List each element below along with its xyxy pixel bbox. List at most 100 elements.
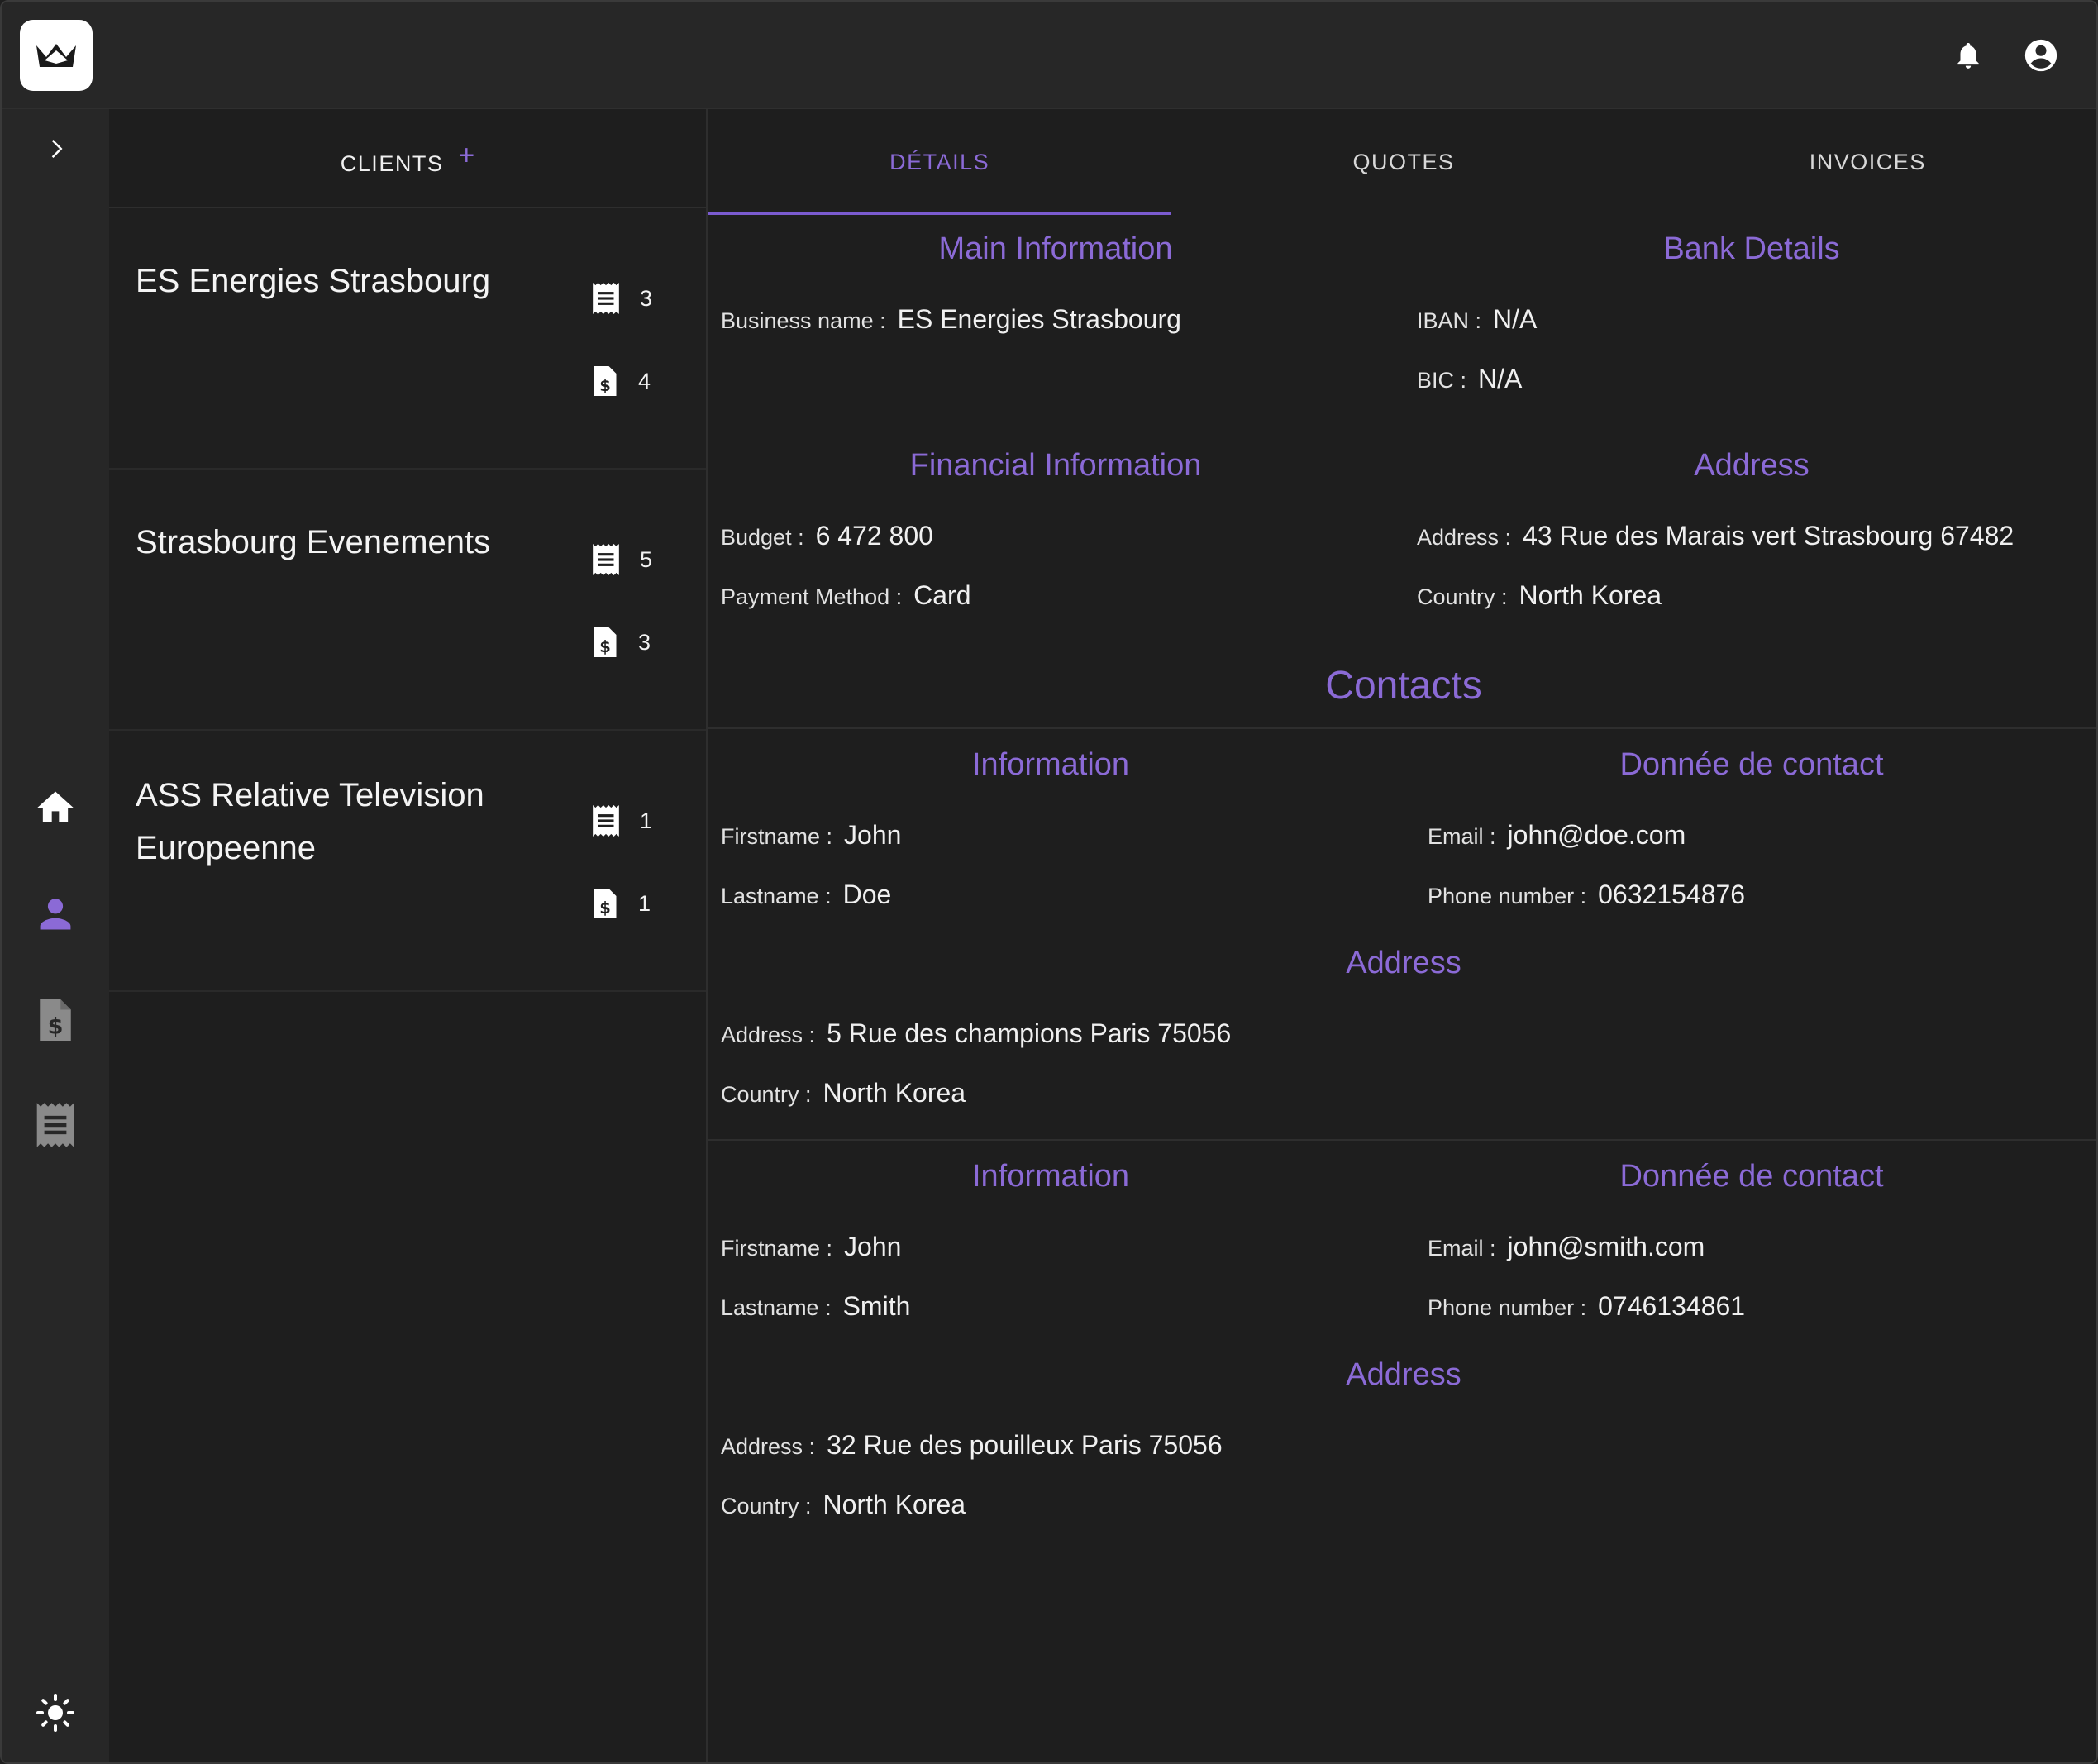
phone-value: 0746134861: [1598, 1291, 1746, 1321]
tab-quotes[interactable]: QUOTES: [1171, 109, 1635, 215]
contact-country-value: North Korea: [823, 1078, 966, 1108]
business-name-field: Business name : ES Energies Strasbourg: [721, 304, 1181, 335]
quotes-count: 3: [640, 285, 653, 311]
client-invoices-count: $ 3: [590, 622, 651, 663]
clients-title: CLIENTS: [340, 150, 444, 176]
tab-invoices[interactable]: INVOICES: [1636, 109, 2096, 215]
contact-data-title: Donnée de contact: [1619, 747, 1884, 782]
contact-address-title: Address: [1346, 946, 1461, 980]
contact-country-label: Country :: [721, 1494, 812, 1518]
contact-country-label: Country :: [721, 1082, 812, 1107]
client-name: Strasbourg Evenements: [136, 524, 491, 560]
client-invoices-count: $ 1: [590, 883, 651, 924]
home-icon: [37, 791, 74, 822]
chevron-right-icon: [51, 140, 63, 158]
clients-panel: CLIENTS + ES Energies Strasbourg 3 $ 4 S…: [109, 109, 708, 1762]
sun-icon: [36, 1694, 74, 1732]
invoice-dollar-icon: $: [40, 999, 71, 1041]
invoice-dollar-icon: $: [594, 627, 617, 657]
budget-value: 6 472 800: [815, 521, 933, 551]
svg-text:$: $: [599, 899, 611, 918]
client-detail-panel: DÉTAILS QUOTES INVOICES Main Information…: [708, 109, 2096, 1762]
payment-method-value: Card: [913, 580, 971, 610]
main-information-title: Main Information: [938, 231, 1173, 266]
bic-field: BIC : N/A: [1417, 364, 1522, 394]
notifications-button[interactable]: [1948, 35, 1989, 76]
email-field: Email : john@smith.com: [1428, 1232, 1705, 1262]
email-field: Email : john@doe.com: [1428, 820, 1686, 851]
budget-label: Budget :: [721, 525, 804, 550]
lastname-field: Lastname : Doe: [721, 880, 891, 910]
client-name: ES Energies Strasbourg: [136, 263, 491, 299]
client-card[interactable]: ES Energies Strasbourg 3 $ 4: [109, 208, 706, 470]
nav-home[interactable]: [2, 770, 109, 845]
phone-label: Phone number :: [1428, 884, 1587, 908]
clients-header: CLIENTS +: [109, 109, 706, 208]
business-name-label: Business name :: [721, 308, 886, 333]
nav-invoices[interactable]: $: [2, 983, 109, 1057]
address-field: Address : 43 Rue des Marais vert Strasbo…: [1417, 521, 2014, 551]
quotes-count: 1: [640, 808, 653, 833]
payment-method-label: Payment Method :: [721, 584, 903, 609]
financial-information-title: Financial Information: [909, 448, 1202, 483]
firstname-field: Firstname : John: [721, 1232, 901, 1262]
email-value: john@smith.com: [1507, 1232, 1705, 1261]
client-name: ASS Relative Television Europeenne: [136, 777, 484, 866]
receipt-icon: [593, 283, 619, 314]
contact-data-title: Donnée de contact: [1619, 1159, 1884, 1194]
contact-information-title: Information: [971, 1159, 1130, 1194]
invoice-dollar-icon: $: [594, 889, 617, 918]
contact-address-value: 32 Rue des pouilleux Paris 75056: [827, 1430, 1223, 1460]
bell-icon: [1957, 42, 1979, 69]
phone-value: 0632154876: [1598, 880, 1746, 909]
client-quotes-count: 5: [590, 539, 652, 580]
tab-details[interactable]: DÉTAILS: [708, 109, 1171, 215]
active-tab-indicator: [708, 212, 1171, 215]
contact-country-value: North Korea: [823, 1490, 966, 1519]
client-quotes-count: 1: [590, 800, 652, 841]
bic-value: N/A: [1478, 364, 1523, 393]
svg-text:$: $: [599, 637, 611, 656]
receipt-icon: [593, 544, 619, 575]
firstname-label: Firstname :: [721, 824, 833, 849]
app-logo[interactable]: [20, 20, 93, 91]
iban-field: IBAN : N/A: [1417, 304, 1537, 335]
lastname-field: Lastname : Smith: [721, 1291, 910, 1322]
firstname-field: Firstname : John: [721, 820, 901, 851]
invoices-count: 3: [638, 629, 651, 655]
firstname-value: John: [844, 820, 902, 850]
contact-divider: [708, 1139, 2096, 1141]
client-invoices-count: $ 4: [590, 360, 651, 402]
phone-label: Phone number :: [1428, 1295, 1587, 1320]
invoice-dollar-icon: $: [594, 366, 617, 396]
client-card[interactable]: Strasbourg Evenements 5 $ 3: [109, 470, 706, 731]
contacts-title: Contacts: [1325, 664, 1482, 708]
receipt-icon: [36, 1103, 74, 1147]
firstname-label: Firstname :: [721, 1236, 833, 1261]
account-button[interactable]: [2020, 35, 2062, 76]
crown-icon: [36, 44, 76, 67]
nav-quotes[interactable]: [2, 1088, 109, 1162]
contact-address-title: Address: [1346, 1357, 1461, 1392]
nav-clients[interactable]: [2, 876, 109, 951]
svg-text:$: $: [599, 376, 611, 395]
person-icon: [40, 899, 71, 930]
receipt-icon: [593, 805, 619, 837]
add-client-button[interactable]: +: [458, 140, 474, 172]
top-bar: [2, 2, 2096, 109]
contact-address-field: Address : 32 Rue des pouilleux Paris 750…: [721, 1430, 1223, 1461]
country-field: Country : North Korea: [1417, 580, 1662, 611]
theme-toggle-button[interactable]: [2, 1676, 109, 1750]
expand-nav-button[interactable]: [2, 112, 109, 186]
client-quotes-count: 3: [590, 278, 652, 319]
client-card[interactable]: ASS Relative Television Europeenne 1 $ 1: [109, 731, 706, 992]
svg-text:$: $: [48, 1014, 64, 1040]
payment-method-field: Payment Method : Card: [721, 580, 970, 611]
contact-address-label: Address :: [721, 1434, 816, 1459]
business-name-value: ES Energies Strasbourg: [897, 304, 1181, 334]
lastname-value: Smith: [842, 1291, 911, 1321]
invoices-count: 1: [638, 890, 651, 916]
contact-address-label: Address :: [721, 1023, 816, 1047]
lastname-label: Lastname :: [721, 884, 832, 908]
contact-country-field: Country : North Korea: [721, 1490, 966, 1520]
